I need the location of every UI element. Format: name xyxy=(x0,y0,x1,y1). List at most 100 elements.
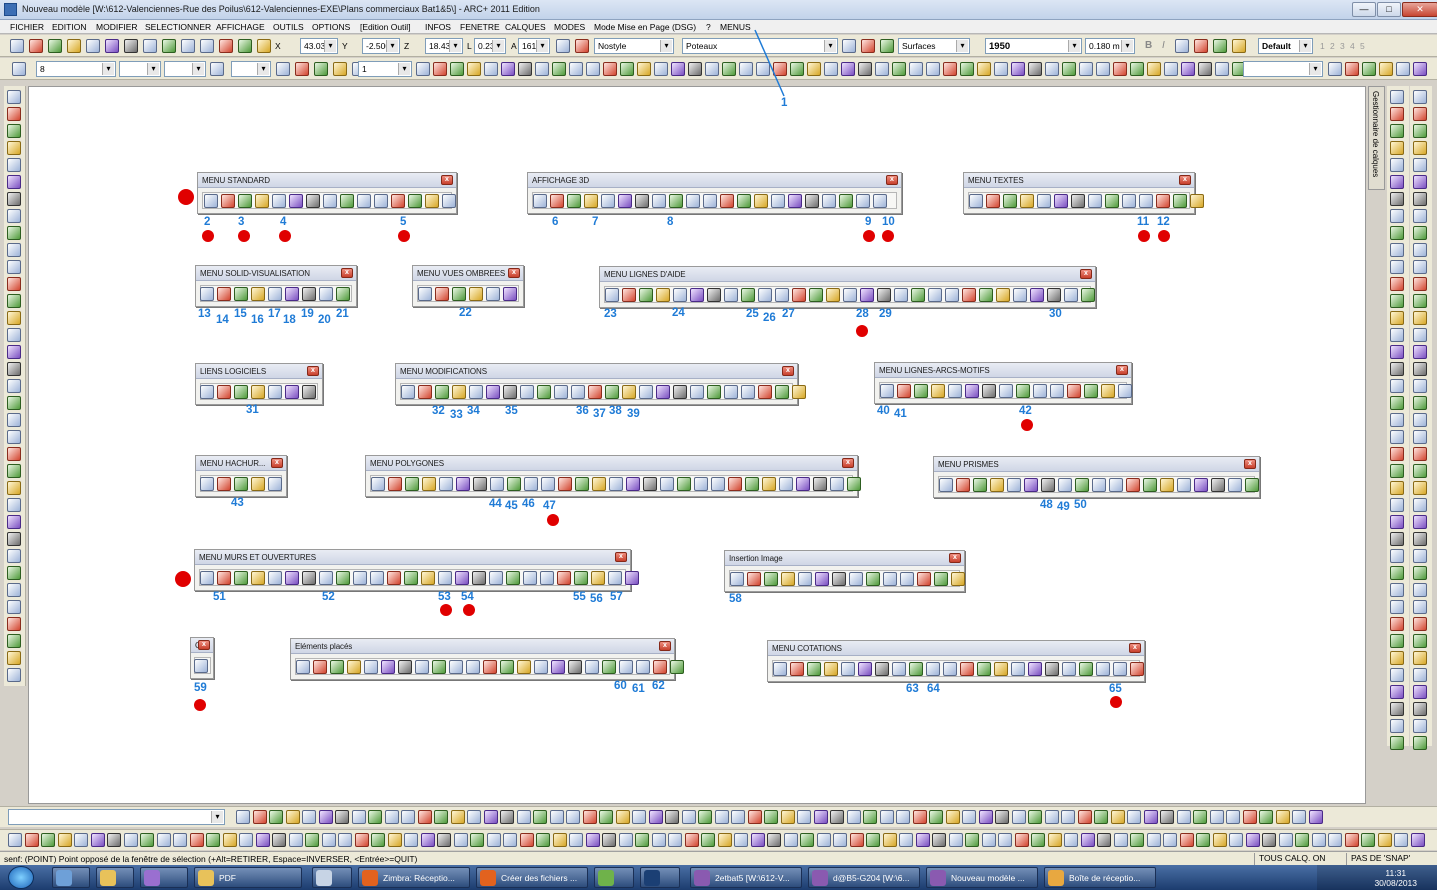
bottom-tool-icon[interactable] xyxy=(1044,810,1059,824)
panel-tool-icon[interactable] xyxy=(374,194,388,208)
panel-tool-icon[interactable] xyxy=(999,384,1013,398)
taskbar-pinned-3[interactable] xyxy=(140,867,188,888)
bottom-tool-icon[interactable] xyxy=(932,833,946,847)
panel-tool-icon[interactable] xyxy=(486,287,500,301)
toolbar-tool-icon[interactable] xyxy=(433,62,447,76)
panel-tool-icon[interactable] xyxy=(558,477,572,491)
left-tool-icon[interactable] xyxy=(7,413,21,427)
toolbar-tool-icon[interactable] xyxy=(1413,62,1427,76)
bottom-tool-icon[interactable] xyxy=(899,833,913,847)
bottom-tool-icon[interactable] xyxy=(1259,810,1273,824)
panel-tool-icon[interactable] xyxy=(550,194,564,208)
toolbar-tool-icon[interactable] xyxy=(688,62,702,76)
bottom-tool-icon[interactable] xyxy=(401,810,415,824)
panel-tool-icon[interactable] xyxy=(1156,194,1170,208)
panel-tool-icon[interactable] xyxy=(524,477,538,491)
bottom-tool-icon[interactable] xyxy=(780,810,795,824)
bottom-tool-icon[interactable] xyxy=(1295,833,1309,847)
right-tool-icon[interactable] xyxy=(1390,481,1404,495)
toolbar-tool-icon[interactable] xyxy=(926,62,940,76)
panel-tool-icon[interactable] xyxy=(928,288,942,302)
menu-edition-outil[interactable]: [Edition Outil] xyxy=(360,22,411,32)
bottom-tool-icon[interactable] xyxy=(1143,810,1158,824)
right-tool-icon[interactable] xyxy=(1390,600,1404,614)
panel-tool-icon[interactable] xyxy=(217,477,231,491)
left-tool-icon[interactable] xyxy=(7,175,21,189)
panel-tool-icon[interactable] xyxy=(775,385,789,399)
panel-tool-icon[interactable] xyxy=(994,662,1008,676)
bottom-tool-icon[interactable] xyxy=(833,833,847,847)
panel-tool-icon[interactable] xyxy=(452,385,466,399)
panel-tool-icon[interactable] xyxy=(541,477,555,491)
left-tool-icon[interactable] xyxy=(7,107,21,121)
toolbar-tool-icon[interactable] xyxy=(67,39,81,53)
toolbar-tool-icon[interactable] xyxy=(1079,62,1093,76)
panel-tool-icon[interactable] xyxy=(455,571,469,585)
taskbar-zimbra[interactable]: Zimbra: Réceptio... xyxy=(358,867,470,888)
bottom-tool-icon[interactable] xyxy=(1308,810,1323,824)
bottom-tool-icon[interactable] xyxy=(618,833,633,847)
panel-tool-icon[interactable] xyxy=(200,477,214,491)
bottom-tool-icon[interactable] xyxy=(747,810,762,824)
panel-tool-icon[interactable] xyxy=(272,194,286,208)
right-tool-icon[interactable] xyxy=(1413,600,1427,614)
toolbar-tool-icon[interactable] xyxy=(756,62,770,76)
bottom-tool-icon[interactable] xyxy=(585,833,600,847)
toolbar-tool-icon[interactable] xyxy=(333,62,347,76)
toolbar-tool-icon[interactable] xyxy=(807,62,821,76)
toolbar-tool-icon[interactable] xyxy=(861,39,875,53)
bottom-tool-icon[interactable] xyxy=(420,833,435,847)
bottom-tool-icon[interactable] xyxy=(1245,833,1260,847)
panel-tool-icon[interactable] xyxy=(466,660,480,674)
right-tool-icon[interactable] xyxy=(1413,277,1427,291)
panel-tool-icon[interactable] xyxy=(255,194,269,208)
bottom-tool-icon[interactable] xyxy=(1160,810,1174,824)
left-tool-icon[interactable] xyxy=(7,226,21,240)
bottom-tool-icon[interactable] xyxy=(582,810,597,824)
panel-tool-icon[interactable] xyxy=(856,194,870,208)
left-tool-icon[interactable] xyxy=(7,243,21,257)
panel-header[interactable]: Eléments placés x xyxy=(291,639,674,654)
panel-header[interactable]: MENU LIGNES D'AIDE x xyxy=(600,267,1095,282)
layers-manager-tab[interactable]: Gestionnaire de calques xyxy=(1368,86,1385,190)
panel-tool-icon[interactable] xyxy=(500,660,514,674)
toolbar-tool-icon[interactable] xyxy=(620,62,634,76)
bottom-tool-icon[interactable] xyxy=(503,833,517,847)
panel-tool-icon[interactable] xyxy=(728,477,742,491)
panel-header[interactable]: MENU COTATIONS x xyxy=(768,641,1144,656)
bottom-tool-icon[interactable] xyxy=(1328,833,1342,847)
panel-tool-icon[interactable] xyxy=(653,660,667,674)
bottom-tool-icon[interactable] xyxy=(998,833,1012,847)
panel-tool-icon[interactable] xyxy=(773,662,787,676)
panel-tool-icon[interactable] xyxy=(1020,194,1034,208)
panel-tool-icon[interactable] xyxy=(319,287,333,301)
bottom-tool-icon[interactable] xyxy=(1163,833,1177,847)
close-icon[interactable]: x xyxy=(659,641,671,651)
panel-tool-icon[interactable] xyxy=(330,660,344,674)
panel-tool-icon[interactable] xyxy=(792,385,806,399)
toolbar-tool-icon[interactable] xyxy=(467,62,481,76)
bottom-tool-icon[interactable] xyxy=(552,833,567,847)
panel-tool-icon[interactable] xyxy=(798,572,812,586)
panel-tool-icon[interactable] xyxy=(1045,662,1059,676)
panel-header[interactable]: Cx xyxy=(191,638,213,653)
right-tool-icon[interactable] xyxy=(1413,464,1427,478)
toolbar-tool-icon[interactable] xyxy=(671,62,685,76)
panel-tool-icon[interactable] xyxy=(788,194,802,208)
panel-tool-icon[interactable] xyxy=(707,385,721,399)
panel-tool-icon[interactable] xyxy=(618,194,632,208)
right-tool-icon[interactable] xyxy=(1390,719,1404,733)
bottom-tool-icon[interactable] xyxy=(995,810,1009,824)
panel-tool-icon[interactable] xyxy=(764,572,778,586)
bottom-tool-icon[interactable] xyxy=(288,833,303,847)
right-tool-icon[interactable] xyxy=(1413,702,1427,716)
panel-tool-icon[interactable] xyxy=(758,288,772,302)
panel-tool-icon[interactable] xyxy=(217,385,231,399)
right-tool-icon[interactable] xyxy=(1390,464,1404,478)
bottom-tool-icon[interactable] xyxy=(318,810,333,824)
panel-tool-icon[interactable] xyxy=(894,288,908,302)
right-tool-icon[interactable] xyxy=(1390,413,1404,427)
toolbar-tool-icon[interactable] xyxy=(210,62,224,76)
menu-fichier[interactable]: FICHIER xyxy=(10,22,44,32)
toolbar-tool-icon[interactable] xyxy=(909,62,923,76)
